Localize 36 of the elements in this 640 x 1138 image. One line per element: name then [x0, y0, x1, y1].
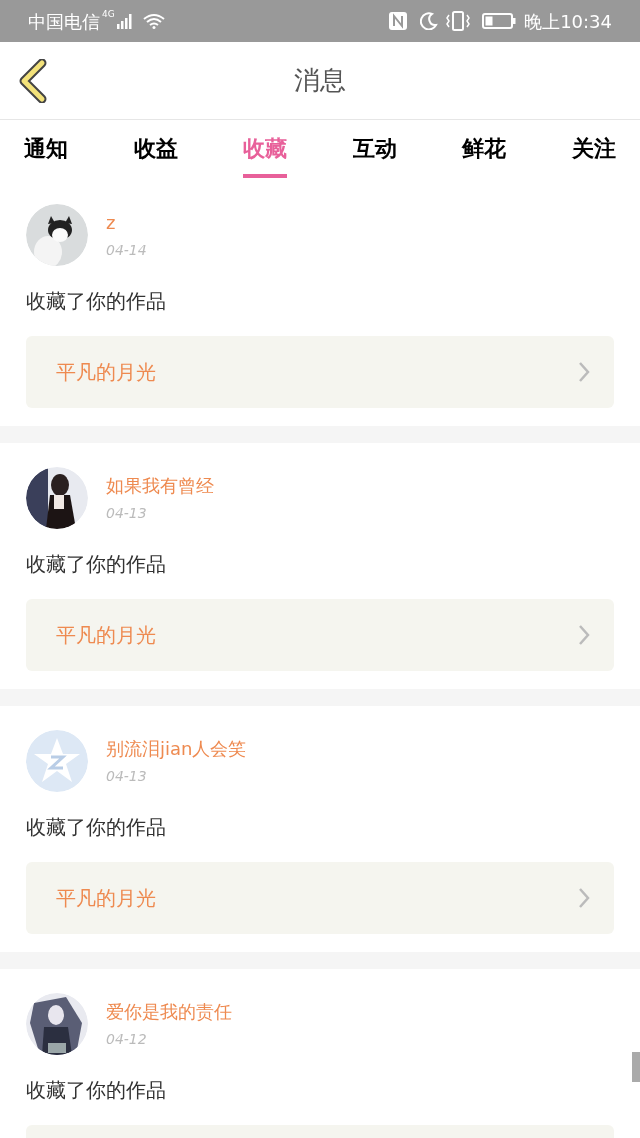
tab[interactable]: 关注: [571, 122, 616, 178]
tab[interactable]: 鲜花: [462, 122, 507, 178]
message-text: 收藏了你的作品: [26, 551, 167, 578]
tab[interactable]: 收益: [133, 122, 178, 178]
tab[interactable]: 收藏: [243, 122, 288, 178]
chevron-right-icon: [578, 361, 590, 383]
message-text: 收藏了你的作品: [26, 1077, 167, 1104]
nfc-icon: [388, 11, 409, 31]
tab[interactable]: 通知: [24, 122, 68, 178]
tab[interactable]: 互动: [352, 122, 397, 178]
scrollbar[interactable]: [632, 1052, 640, 1082]
moon-icon: [420, 12, 439, 30]
network-type: 4G: [102, 8, 115, 21]
chevron-right-icon: [578, 624, 590, 646]
carrier-name: 中国电信: [28, 9, 100, 34]
work-link[interactable]: 平凡的月光: [26, 599, 614, 671]
user-name[interactable]: 别流泪jian人会笑: [106, 735, 247, 762]
wifi-icon: [142, 13, 165, 29]
back-chevron-icon: [18, 59, 48, 103]
work-link[interactable]: 平凡的月光: [26, 862, 614, 934]
message-date: 04-14: [106, 241, 147, 260]
user-name[interactable]: z: [106, 209, 147, 236]
message-text: 收藏了你的作品: [26, 814, 167, 841]
work-link[interactable]: 平凡的月光: [26, 336, 614, 408]
page-title: 消息: [294, 64, 346, 97]
user-name[interactable]: 爱你是我的责任: [106, 998, 232, 1025]
message-date: 04-13: [106, 504, 148, 523]
chevron-right-icon: [578, 887, 590, 909]
vibrate-icon: [446, 11, 471, 31]
message-date: 04-13: [106, 767, 148, 786]
message-date: 04-12: [106, 1030, 148, 1049]
message-text: 收藏了你的作品: [26, 288, 167, 315]
signal-icon: [116, 13, 135, 29]
clock-time: 晚上10:34: [524, 9, 612, 34]
user-name[interactable]: 如果我有曾经: [106, 472, 214, 499]
battery-icon: [482, 13, 517, 29]
